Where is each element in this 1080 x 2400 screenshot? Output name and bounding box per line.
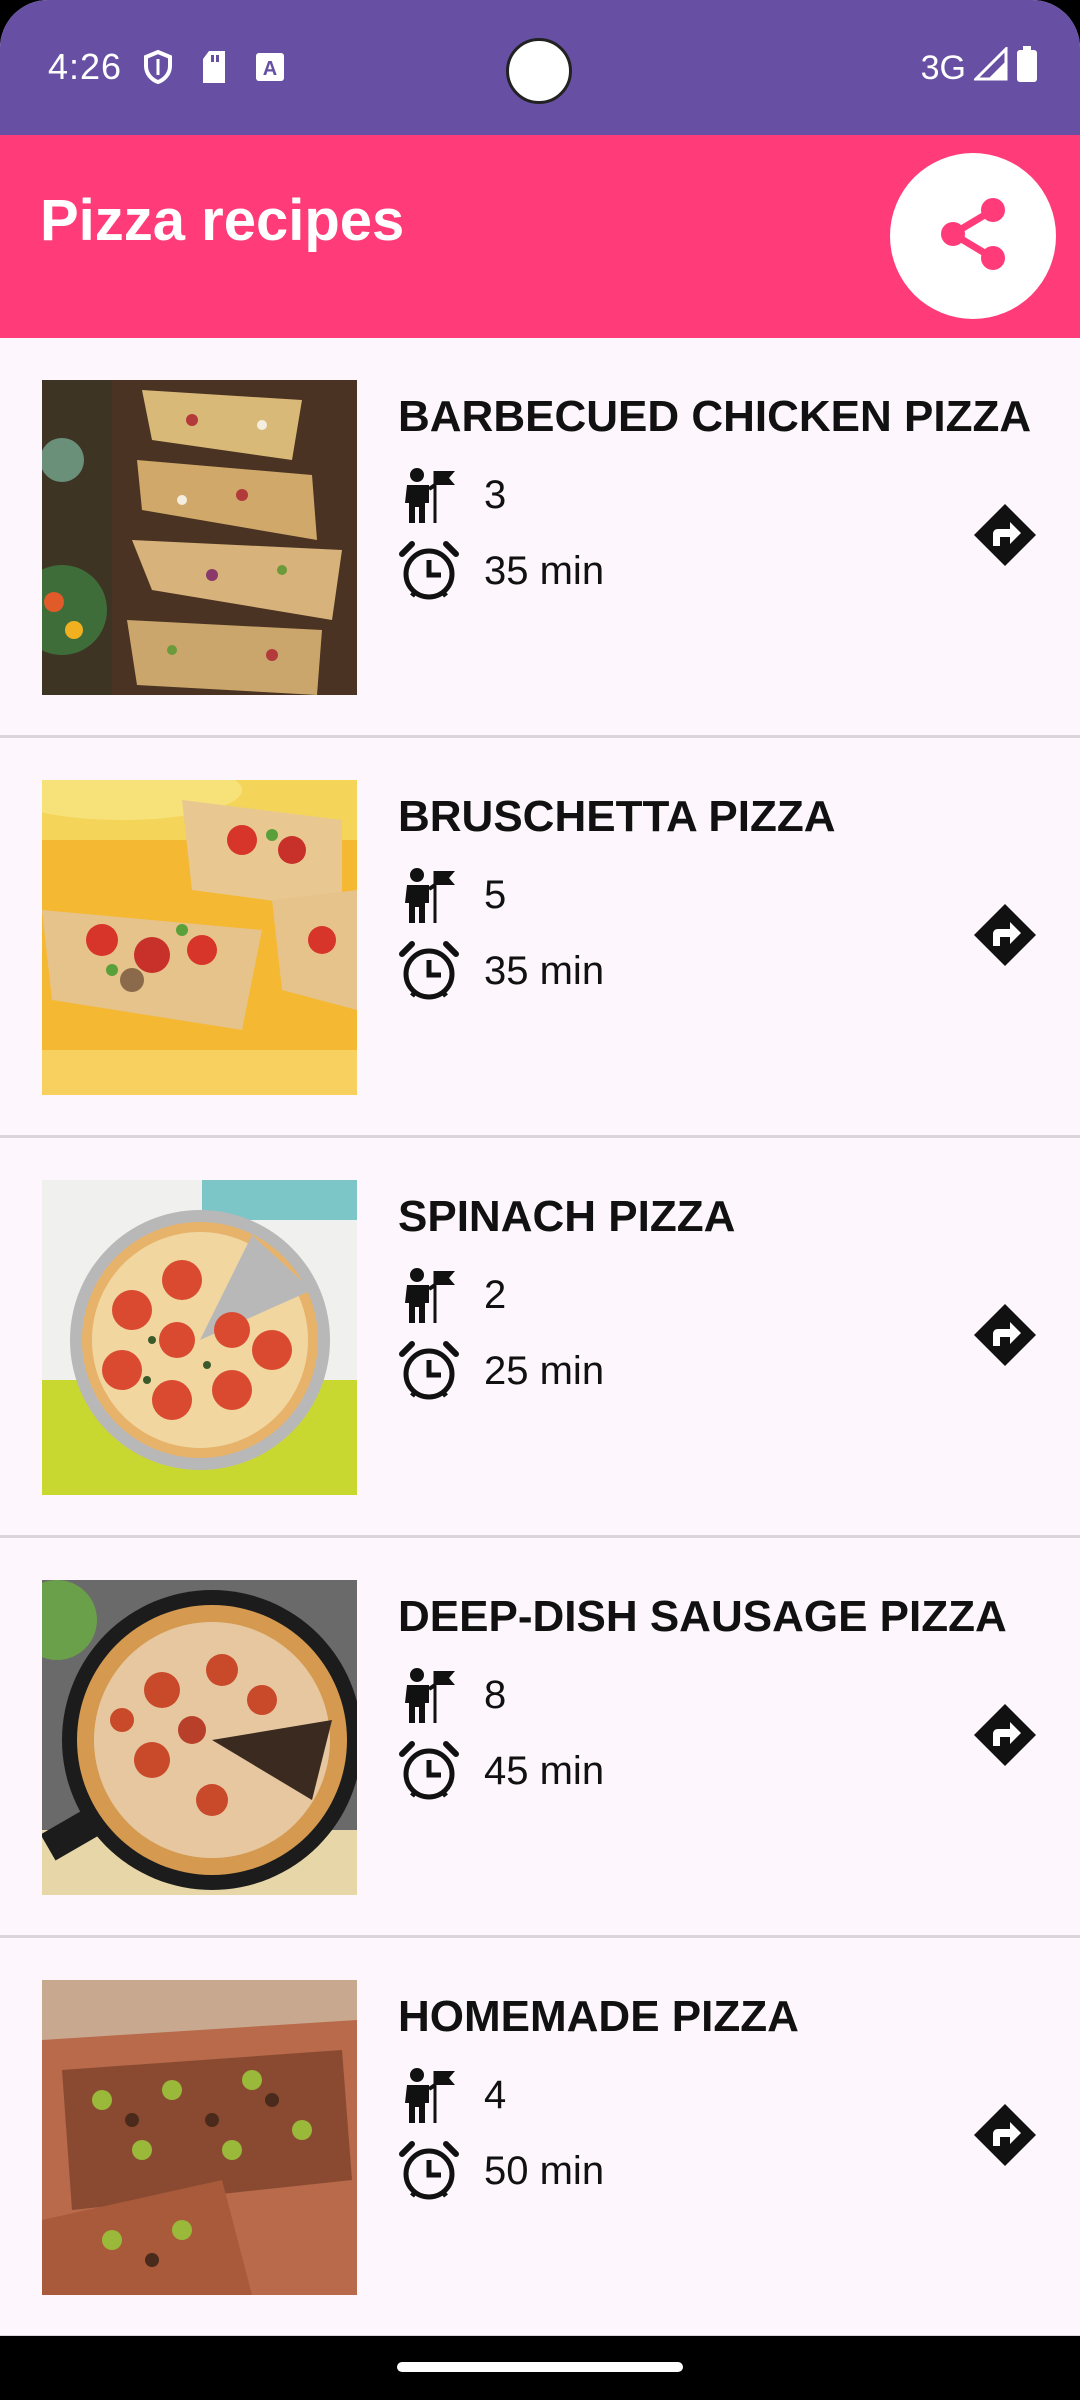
alarm-clock-icon	[398, 540, 460, 602]
open-recipe-button[interactable]	[970, 502, 1040, 572]
alarm-clock-icon	[398, 1340, 460, 1402]
recipe-title: BRUSCHETTA PIZZA	[398, 792, 836, 841]
list-item[interactable]: DEEP-DISH SAUSAGE PIZZA 8 45 min	[0, 1538, 1080, 1938]
cook-time: 25 min	[484, 1348, 605, 1393]
app-screen: 4:26 A 3G Pizza recipes BARBECUED CHICKE…	[0, 0, 1080, 2400]
page-title: Pizza recipes	[40, 188, 405, 253]
directions-icon	[972, 1702, 1038, 1773]
time-row: 35 min	[398, 940, 604, 1002]
servings-row: 5	[398, 864, 506, 926]
servings-count: 4	[484, 2072, 507, 2117]
alarm-clock-icon	[398, 1740, 460, 1802]
signal-icon	[972, 45, 1008, 90]
recipe-title: SPINACH PIZZA	[398, 1192, 736, 1241]
recipe-image	[42, 1180, 357, 1495]
servings-count: 2	[484, 1272, 507, 1317]
servings-row: 8	[398, 1664, 506, 1726]
cook-time: 50 min	[484, 2148, 605, 2193]
servings-count: 3	[484, 472, 507, 517]
font-download-icon: A	[255, 52, 285, 82]
shield-icon	[143, 50, 173, 84]
status-notification-icons: A	[143, 50, 285, 84]
time-row: 25 min	[398, 1340, 604, 1402]
cook-time: 35 min	[484, 948, 605, 993]
recipe-title: BARBECUED CHICKEN PIZZA	[398, 392, 1032, 441]
servings-icon	[398, 464, 460, 526]
camera-cutout	[506, 38, 572, 104]
home-gesture-handle[interactable]	[397, 2362, 683, 2372]
servings-row: 2	[398, 1264, 506, 1326]
status-system-icons: 3G	[920, 45, 1038, 91]
network-type: 3G	[920, 49, 966, 87]
cook-time: 45 min	[484, 1748, 605, 1793]
servings-icon	[398, 1664, 460, 1726]
share-icon	[931, 192, 1015, 281]
directions-icon	[972, 902, 1038, 973]
recipe-image	[42, 380, 357, 695]
navigation-bar	[0, 2336, 1080, 2400]
directions-icon	[972, 502, 1038, 573]
open-recipe-button[interactable]	[970, 1302, 1040, 1372]
directions-icon	[972, 1302, 1038, 1373]
share-button[interactable]	[890, 153, 1056, 319]
recipe-image	[42, 780, 357, 1095]
open-recipe-button[interactable]	[970, 902, 1040, 972]
list-item[interactable]: SPINACH PIZZA 2 25 min	[0, 1138, 1080, 1538]
recipe-title: DEEP-DISH SAUSAGE PIZZA	[398, 1592, 1007, 1641]
open-recipe-button[interactable]	[970, 2102, 1040, 2172]
servings-icon	[398, 1264, 460, 1326]
alarm-clock-icon	[398, 2140, 460, 2202]
battery-icon	[1016, 46, 1038, 91]
servings-count: 8	[484, 1672, 507, 1717]
alarm-clock-icon	[398, 940, 460, 1002]
app-bar: Pizza recipes	[0, 135, 1080, 338]
recipe-list: BARBECUED CHICKEN PIZZA 3 35 min BRUSCHE…	[0, 338, 1080, 2338]
servings-row: 3	[398, 464, 506, 526]
servings-icon	[398, 864, 460, 926]
status-time: 4:26	[48, 46, 123, 87]
list-item[interactable]: BARBECUED CHICKEN PIZZA 3 35 min	[0, 338, 1080, 738]
open-recipe-button[interactable]	[970, 1702, 1040, 1772]
time-row: 35 min	[398, 540, 604, 602]
time-row: 45 min	[398, 1740, 604, 1802]
status-bar: 4:26 A 3G	[0, 0, 1080, 135]
servings-row: 4	[398, 2064, 506, 2126]
cook-time: 35 min	[484, 548, 605, 593]
list-item[interactable]: HOMEMADE PIZZA 4 50 min	[0, 1938, 1080, 2338]
time-row: 50 min	[398, 2140, 604, 2202]
recipe-title: HOMEMADE PIZZA	[398, 1992, 799, 2041]
list-item[interactable]: BRUSCHETTA PIZZA 5 35 min	[0, 738, 1080, 1138]
recipe-image	[42, 1980, 357, 2295]
svg-text:A: A	[263, 58, 277, 80]
servings-count: 5	[484, 872, 507, 917]
sd-card-icon	[201, 51, 227, 83]
servings-icon	[398, 2064, 460, 2126]
recipe-image	[42, 1580, 357, 1895]
directions-icon	[972, 2102, 1038, 2173]
